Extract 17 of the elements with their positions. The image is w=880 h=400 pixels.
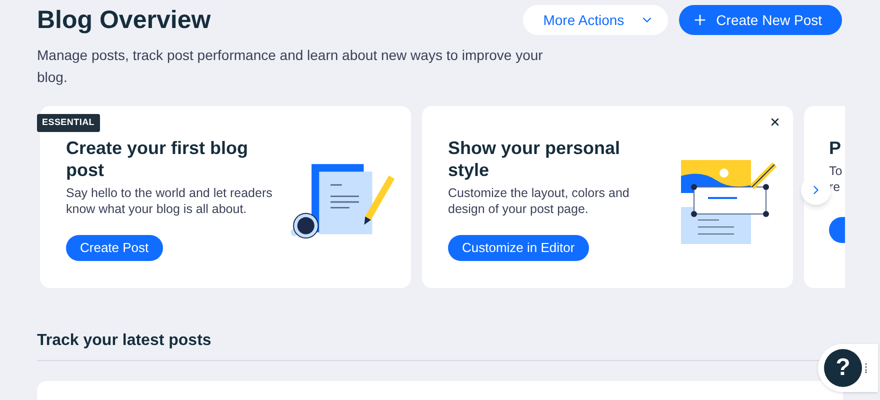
essential-badge: ESSENTIAL <box>37 114 100 132</box>
card-text: Say hello to the world and let readers know what your blog is all about. <box>66 185 274 217</box>
card-text: To <box>829 163 844 179</box>
close-icon[interactable] <box>769 116 781 128</box>
card-action-button[interactable]: Customize in Editor <box>448 235 589 261</box>
card-text: Customize the layout, colors and design of your post page. <box>448 185 630 217</box>
create-post-button[interactable]: Create New Post <box>679 5 842 35</box>
help-button[interactable]: ? <box>824 349 862 387</box>
card-title: Show your personal style <box>448 137 622 181</box>
section-title: Track your latest posts <box>37 331 212 351</box>
card-title: P <box>829 137 842 159</box>
drag-handle-icon <box>865 363 867 373</box>
more-actions-button[interactable]: More Actions <box>523 5 668 35</box>
page-title: Blog Overview <box>37 5 211 36</box>
card-action-button[interactable]: Create Post <box>66 235 163 261</box>
card-title: Create your first blog post <box>66 137 250 181</box>
page-description: Manage posts, track post performance and learn about new ways to improve your blog. <box>36 46 544 87</box>
